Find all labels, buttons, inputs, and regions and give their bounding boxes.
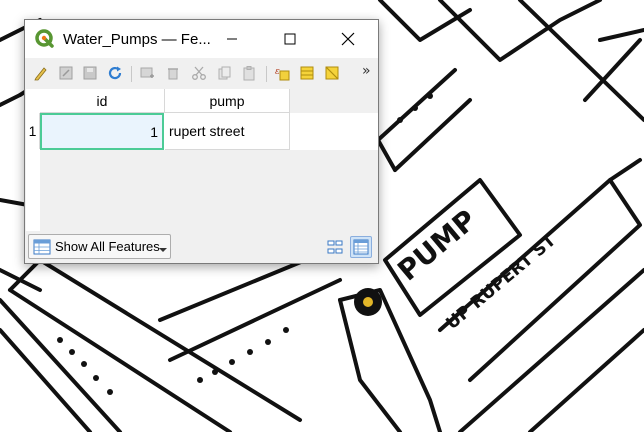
show-features-dropdown[interactable]: Show All Features: [28, 234, 171, 259]
delete-feature-icon[interactable]: [165, 65, 181, 81]
row-header-1[interactable]: 1: [26, 113, 40, 149]
attribute-table-window: Water_Pumps — Fe... ε » id pump 1 1 rupe…: [24, 19, 379, 264]
minimize-icon: [227, 38, 237, 40]
title-bar[interactable]: Water_Pumps — Fe...: [25, 20, 378, 58]
invert-selection-icon[interactable]: [324, 65, 340, 81]
bottom-bar: Show All Features: [25, 231, 378, 263]
header-empty-area: [290, 89, 378, 113]
form-view-icon: [327, 240, 343, 254]
table-filter-icon: [33, 239, 51, 254]
maximize-icon: [284, 33, 296, 45]
table-corner[interactable]: [26, 89, 41, 113]
table-view-button[interactable]: [350, 236, 372, 258]
table-cell-id[interactable]: 1: [40, 113, 164, 150]
copy-icon[interactable]: [216, 65, 232, 81]
toolbar-overflow-button[interactable]: »: [362, 63, 371, 79]
select-all-icon[interactable]: [299, 65, 315, 81]
column-header-id[interactable]: id: [40, 89, 165, 113]
paste-icon[interactable]: [241, 65, 257, 81]
add-feature-icon[interactable]: [139, 65, 155, 81]
reload-icon[interactable]: [107, 65, 123, 81]
table-empty-area: [40, 150, 378, 231]
toggle-editing-icon[interactable]: [33, 65, 49, 81]
table-cell-pump[interactable]: rupert street: [165, 113, 290, 150]
close-icon: [341, 32, 355, 46]
show-features-label: Show All Features: [55, 239, 160, 254]
cut-icon[interactable]: [191, 65, 207, 81]
attribute-table: id pump 1 1 rupert street: [26, 89, 378, 231]
multi-edit-icon[interactable]: [58, 65, 74, 81]
minimize-button[interactable]: [209, 20, 255, 58]
maximize-button[interactable]: [267, 20, 313, 58]
save-edits-icon[interactable]: [82, 65, 98, 81]
form-view-button[interactable]: [324, 236, 346, 258]
svg-text:ε: ε: [275, 67, 280, 77]
expression-select-icon[interactable]: ε: [274, 65, 290, 81]
attribute-toolbar: ε »: [25, 58, 378, 89]
window-title: Water_Pumps — Fe...: [63, 31, 211, 48]
qgis-icon: [35, 29, 54, 48]
close-button[interactable]: [325, 20, 371, 58]
column-header-pump[interactable]: pump: [165, 89, 290, 113]
table-view-icon: [353, 239, 369, 255]
chevron-down-icon: [159, 248, 167, 252]
